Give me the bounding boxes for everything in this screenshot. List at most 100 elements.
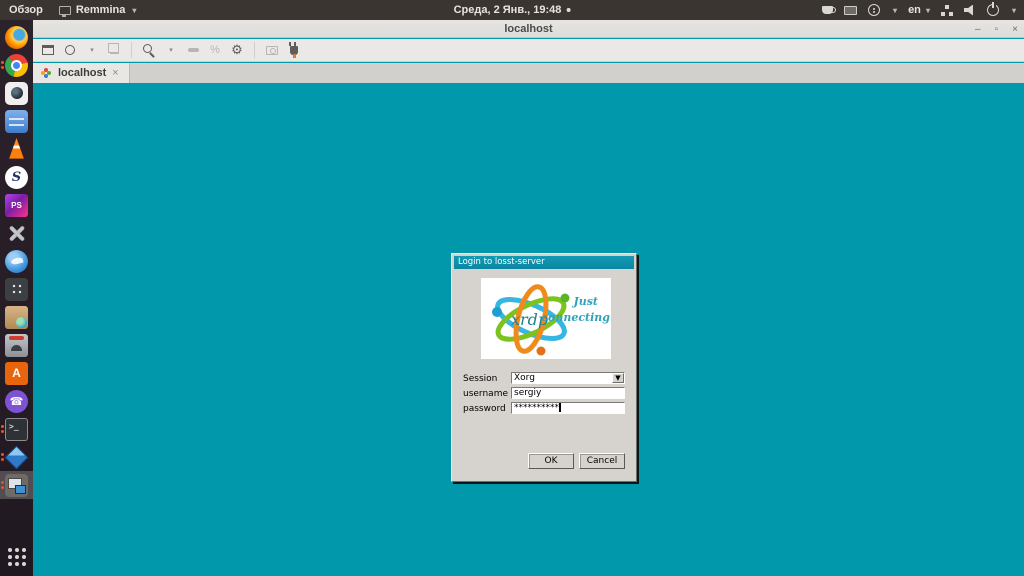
- dock-item-terminal[interactable]: >_: [0, 415, 33, 443]
- language-indicator[interactable]: en ▾: [908, 4, 930, 16]
- app-menu-label: Remmina: [76, 4, 126, 16]
- combo-dropdown-icon[interactable]: ▼: [612, 373, 624, 383]
- xrdp-login-dialog: Login to losst-server xrdp Just connecti…: [451, 253, 637, 482]
- session-value: Xorg: [514, 373, 535, 383]
- orange-a-app-icon: A: [5, 362, 28, 385]
- dock-item-vlc[interactable]: [0, 135, 33, 163]
- dialog-titlebar[interactable]: Login to losst-server: [454, 256, 634, 269]
- scaled-mode-dropdown[interactable]: ▾: [162, 41, 180, 59]
- maximize-button[interactable]: ▫: [995, 24, 999, 35]
- system-tray: ▾ en ▾ ▾: [822, 0, 1016, 20]
- vlc-cone-icon: [5, 138, 28, 161]
- screen-share-icon[interactable]: [844, 6, 857, 15]
- dock-item-calculator[interactable]: [0, 275, 33, 303]
- tab-close-icon[interactable]: ×: [112, 67, 118, 79]
- file-cabinet-icon: [5, 110, 28, 133]
- dock-item-viber[interactable]: ☎: [0, 387, 33, 415]
- dock-item-s-app[interactable]: S: [0, 163, 33, 191]
- dock-item-files[interactable]: [0, 107, 33, 135]
- chevron-down-icon: ▾: [169, 46, 173, 54]
- show-applications-button[interactable]: [8, 548, 26, 566]
- preferences-button[interactable]: ⚙: [228, 41, 246, 59]
- chevron-down-icon: ▾: [893, 6, 897, 15]
- xrdp-logo-panel: xrdp Just connecting: [481, 278, 611, 359]
- fullscreen-button[interactable]: [39, 41, 57, 59]
- calculator-icon: [5, 278, 28, 301]
- press-app-icon: [5, 334, 28, 357]
- dock-item-thunderbird[interactable]: [0, 247, 33, 275]
- session-label: Session: [463, 374, 509, 384]
- close-button[interactable]: ×: [1012, 24, 1018, 35]
- caffeine-cup-icon[interactable]: [822, 6, 833, 14]
- fullscreen-icon: [42, 45, 54, 55]
- top-bar: Обзор Remmina ▾ Среда, 2 Янв., 19:48 ▾ e…: [0, 0, 1024, 20]
- screenshot-button: [263, 41, 281, 59]
- language-label: en: [908, 4, 921, 16]
- cancel-button[interactable]: Cancel: [579, 453, 625, 469]
- toolbar-separator: [254, 42, 255, 58]
- thunderbird-icon: [5, 250, 28, 273]
- magnifier-icon: [143, 44, 152, 53]
- dock-item-chrome[interactable]: [0, 51, 33, 79]
- clock[interactable]: Среда, 2 Янв., 19:48: [454, 4, 571, 16]
- running-badges: [1, 425, 4, 433]
- dock-item-tools[interactable]: [0, 219, 33, 247]
- duplicate-connection-button: [105, 41, 123, 59]
- window-titlebar[interactable]: localhost – ▫ ×: [33, 20, 1024, 38]
- password-input[interactable]: **********: [511, 402, 625, 414]
- grab-keyboard-button: [184, 41, 202, 59]
- dock-item-firefox[interactable]: [0, 23, 33, 51]
- running-badges: [1, 61, 4, 69]
- window-title: localhost: [504, 23, 552, 35]
- activities-button[interactable]: Обзор: [9, 4, 43, 16]
- session-combo[interactable]: Xorg ▼: [511, 372, 625, 384]
- volume-icon[interactable]: [964, 5, 976, 16]
- gear-icon: ⚙: [231, 42, 243, 58]
- username-input[interactable]: sergiy: [511, 387, 625, 399]
- dock-item-press[interactable]: [0, 331, 33, 359]
- keyboard-bar-icon: [188, 48, 199, 52]
- network-wired-icon[interactable]: [941, 5, 953, 16]
- tab-localhost[interactable]: localhost ×: [33, 63, 130, 83]
- notification-dot: [566, 8, 570, 12]
- ok-button[interactable]: OK: [528, 453, 574, 469]
- tagline-line1: Just: [572, 295, 598, 308]
- dynamic-resolution-button[interactable]: [61, 41, 79, 59]
- dock-item-virtualbox[interactable]: [0, 443, 33, 471]
- running-badges: [1, 481, 4, 489]
- dock-item-software[interactable]: [0, 303, 33, 331]
- scale-quality-button: %: [206, 41, 224, 59]
- s-logo-icon: S: [5, 166, 28, 189]
- remmina-indicator-icon: [59, 6, 71, 15]
- remmina-toolbar: ▾ ▾ % ⚙: [33, 39, 1024, 62]
- package-globe-icon: [5, 306, 28, 329]
- chevron-down-icon: ▾: [132, 6, 136, 15]
- toolbar-separator: [131, 42, 132, 58]
- dock-item-phpstorm[interactable]: PS: [0, 191, 33, 219]
- chevron-down-icon: ▾: [926, 6, 930, 15]
- firefox-icon: [5, 26, 28, 49]
- resolution-dropdown[interactable]: ▾: [83, 41, 101, 59]
- dock-item-camera[interactable]: [0, 79, 33, 107]
- password-masked-value: **********: [514, 403, 559, 413]
- chevron-down-icon: ▾: [1012, 6, 1016, 15]
- tagline-line2: connecting: [541, 311, 610, 324]
- power-icon[interactable]: [987, 4, 999, 16]
- virtualbox-icon: [5, 446, 28, 469]
- percent-icon: %: [210, 44, 220, 56]
- accessibility-icon[interactable]: [868, 4, 880, 16]
- minimize-button[interactable]: –: [975, 24, 981, 35]
- tab-label: localhost: [58, 67, 106, 79]
- connection-icon: [41, 68, 52, 79]
- dock-item-a-app[interactable]: A: [0, 359, 33, 387]
- disconnect-button[interactable]: [285, 41, 303, 59]
- remmina-icon: [5, 474, 28, 497]
- text-caret: [559, 403, 561, 412]
- tab-bar: localhost ×: [33, 63, 1024, 83]
- app-menu[interactable]: Remmina ▾: [59, 4, 137, 16]
- clock-label: Среда, 2 Янв., 19:48: [454, 4, 562, 16]
- scaled-mode-button[interactable]: [140, 41, 158, 59]
- dock-item-remmina[interactable]: [0, 471, 33, 499]
- crossed-tools-icon: [5, 222, 28, 245]
- screenshot-icon: [266, 46, 278, 55]
